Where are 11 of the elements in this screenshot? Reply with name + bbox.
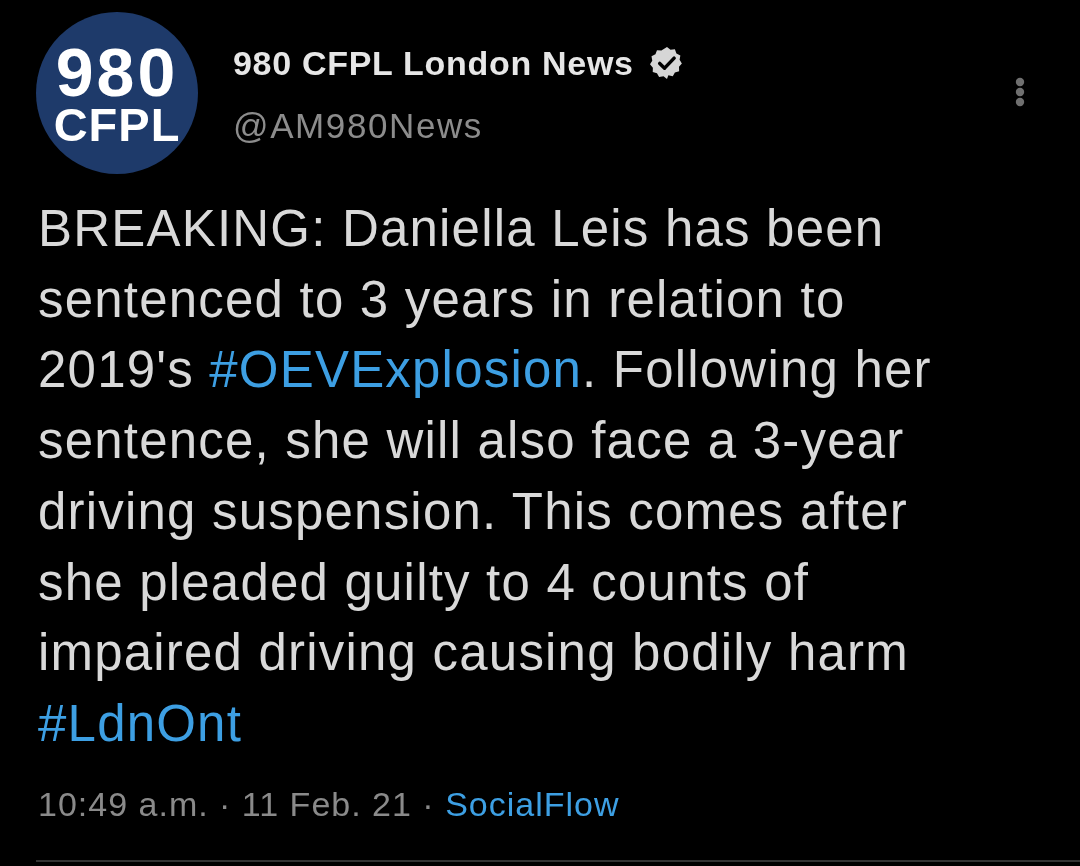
logo-number: 980: [55, 42, 179, 102]
tweet-timestamp: 10:49 a.m. · 11 Feb. 21 · SocialFlow: [38, 783, 620, 824]
avatar-logo[interactable]: 980 CFPL: [36, 12, 198, 174]
tweet-text: BREAKING: Daniella Leis has been sentenced to 3 years in relation to 2019's #OEVExplosion. Following her sentence, she will also face a 3-year driving suspension. This comes after she pleaded guilty to 4 counts of impaired driving causing bodily harm #LdnOnt: [38, 199, 933, 754]
hashtag-link[interactable]: #LdnOnt: [38, 694, 243, 752]
account-name[interactable]: 980 CFPL London News: [233, 42, 634, 84]
hashtag-link[interactable]: #OEVExplosion: [209, 341, 583, 399]
source-link[interactable]: SocialFlow: [445, 784, 620, 823]
logo-letters: CFPL: [53, 102, 181, 148]
account-handle[interactable]: @AM980News: [233, 106, 483, 146]
more-options-icon[interactable]: [1014, 76, 1026, 108]
